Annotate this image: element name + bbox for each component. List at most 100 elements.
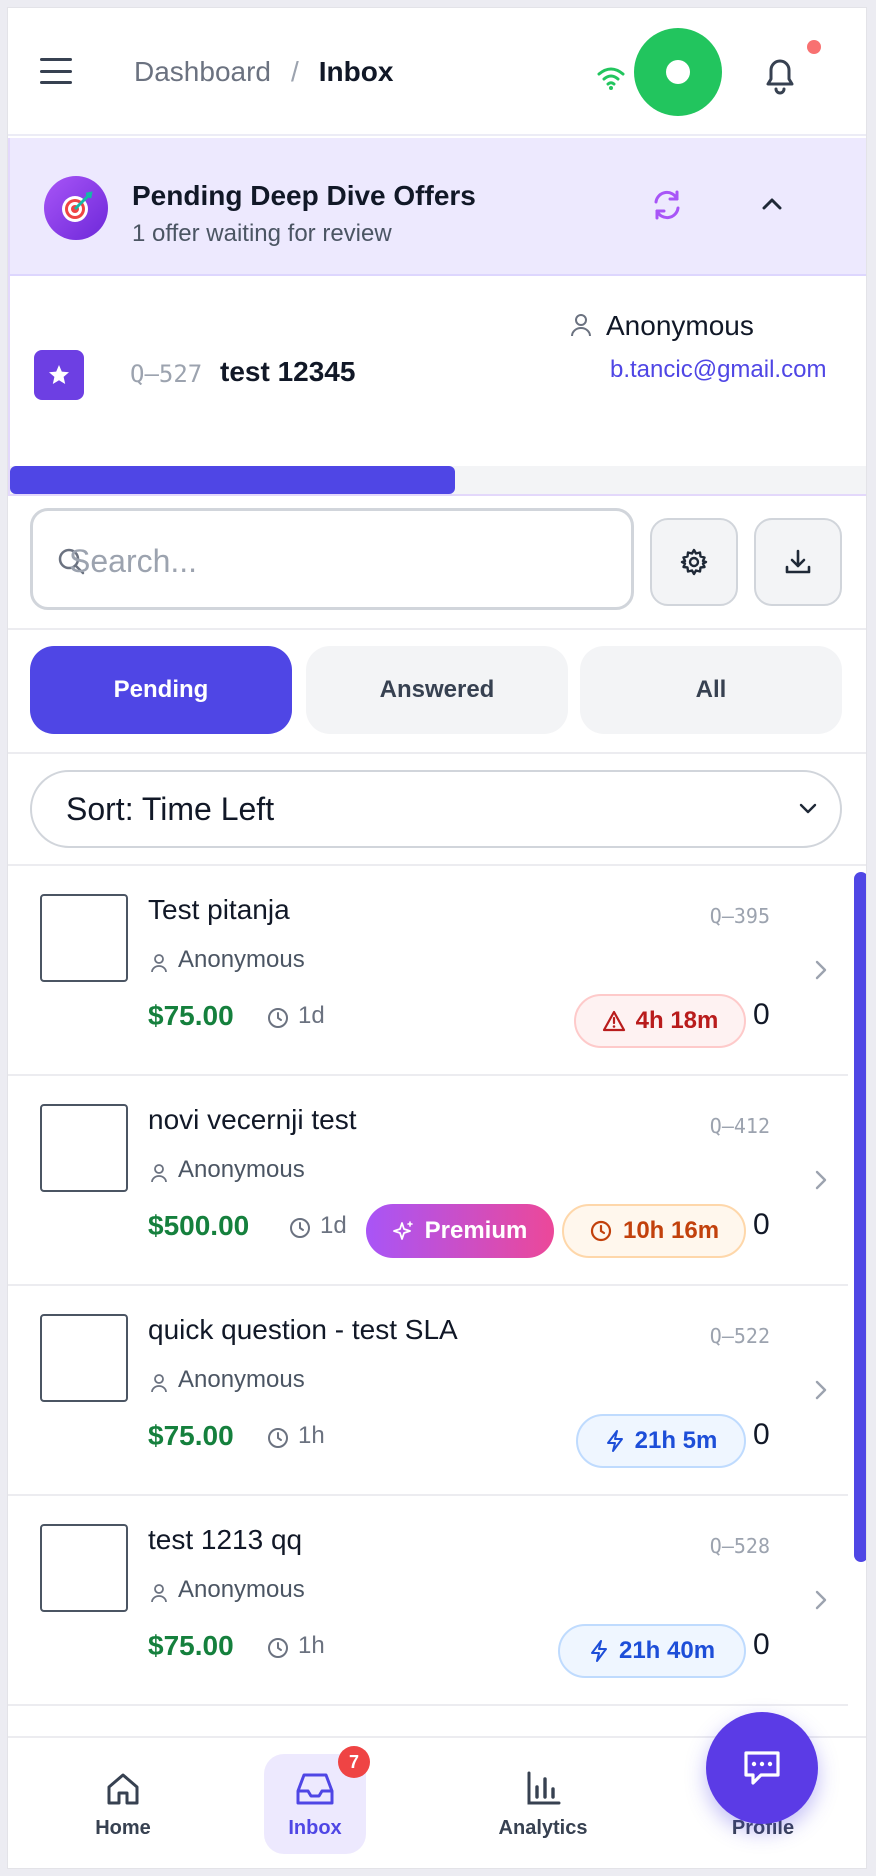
gear-icon [680,548,708,576]
recording-status-button[interactable] [634,28,722,116]
warning-icon [602,1010,625,1032]
user-icon [151,954,167,973]
inbox-count-badge: 7 [338,1746,370,1778]
question-title: Test pitanja [148,894,290,925]
user-icon [151,1164,167,1183]
select-checkbox[interactable] [40,1524,128,1612]
chevron-right-icon [815,960,827,980]
chevron-right-icon [815,1170,827,1190]
question-price: $75.00 [148,1420,234,1451]
question-age: 1d [320,1212,347,1239]
user-icon [151,1584,167,1603]
select-checkbox[interactable] [40,1104,128,1192]
wifi-icon [597,67,625,90]
question-list: Test pitanja Q–395 Anonymous $75.00 1d 4… [8,866,848,1734]
breadcrumb-separator: / [290,56,299,87]
tab-answered[interactable]: Answered [306,646,568,734]
hamburger-menu-icon[interactable] [40,58,72,84]
question-title: novi vecernji test [148,1104,357,1135]
search-input[interactable] [69,531,609,591]
clock-icon [268,1008,288,1028]
chevron-right-icon [815,1380,827,1400]
lightning-icon [606,1430,623,1452]
chevron-right-icon [815,1590,827,1610]
sla-time-left: 10h 16m [622,1217,720,1244]
inbox-icon [296,1773,334,1804]
offers-subtitle: 1 offer waiting for review [132,220,392,247]
offer-author: Anonymous [606,310,754,341]
question-id: Q–528 [709,1534,770,1558]
bell-icon[interactable] [760,54,800,98]
nav-analytics-label: Analytics [498,1816,588,1839]
question-price: $500.00 [148,1210,250,1241]
question-author: Anonymous [178,946,305,973]
home-icon [107,1773,139,1804]
sla-time-left: 21h 40m [618,1637,716,1664]
question-age: 1d [298,1002,325,1029]
chat-button[interactable] [706,1712,818,1824]
settings-button[interactable] [650,518,738,606]
nav-analytics[interactable]: Analytics [478,1754,608,1854]
question-row[interactable]: Test pitanja Q–395 Anonymous $75.00 1d 4… [8,866,848,1076]
breadcrumb: Dashboard / Inbox [134,52,393,92]
sla-timer-badge: 21h 40m [558,1624,746,1678]
breadcrumb-dashboard-link[interactable]: Dashboard [134,52,271,92]
question-id: Q–522 [709,1324,770,1348]
tab-all[interactable]: All [580,646,842,734]
download-button[interactable] [754,518,842,606]
sla-timer-badge: 10h 16m [562,1204,746,1258]
clock-icon [590,1220,612,1242]
select-checkbox[interactable] [40,894,128,982]
question-count: 0 [753,1208,770,1241]
select-checkbox[interactable] [40,1314,128,1402]
sla-timer-badge: 4h 18m [574,994,746,1048]
user-icon [151,1374,167,1393]
question-row[interactable]: test 1213 qq Q–528 Anonymous $75.00 1h 2… [8,1496,848,1706]
bar-chart-icon [527,1771,561,1804]
chevron-up-icon[interactable] [758,192,786,216]
nav-home[interactable]: Home [58,1754,188,1854]
nav-home-label: Home [95,1816,151,1839]
refresh-icon[interactable] [650,188,684,222]
breadcrumb-current-page: Inbox [318,56,394,87]
offer-question-id: Q–527 [130,360,203,388]
sla-timer-badge: 21h 5m [576,1414,746,1468]
tab-pending[interactable]: Pending [30,646,292,734]
question-author: Anonymous [178,1366,305,1393]
question-age: 1h [298,1422,325,1449]
question-row[interactable]: novi vecernji test Q–412 Anonymous $500.… [8,1076,848,1286]
clock-icon [290,1218,310,1238]
top-header: Dashboard / Inbox [8,8,866,136]
chevron-down-icon [799,803,817,814]
notification-dot [807,40,821,54]
record-dot-icon [666,60,690,84]
question-age: 1h [298,1632,325,1659]
question-count: 0 [753,1628,770,1661]
pending-offers-panel: Pending Deep Dive Offers 1 offer waiting… [8,138,866,496]
star-icon [34,350,84,400]
sort-select[interactable]: Sort: Time Left [30,770,842,848]
offer-progress-fill [10,466,456,494]
divider [8,752,866,754]
pending-offers-header[interactable]: Pending Deep Dive Offers 1 offer waiting… [10,138,866,276]
offer-progress-bar [10,466,866,494]
premium-label: Premium [424,1217,528,1244]
question-author: Anonymous [178,1576,305,1603]
search-box[interactable] [30,508,634,610]
question-title: quick question - test SLA [148,1314,458,1345]
question-count: 0 [753,1418,770,1451]
question-row[interactable]: quick question - test SLA Q–522 Anonymou… [8,1286,848,1496]
sla-time-left: 4h 18m [635,1007,719,1034]
lightning-icon [590,1640,607,1662]
download-icon [785,549,811,574]
sparkle-icon [392,1221,413,1240]
list-scrollbar[interactable] [854,872,866,1562]
divider [8,628,866,630]
offer-email-link[interactable]: b.tancic@gmail.com [610,356,826,384]
question-author: Anonymous [178,1156,305,1183]
sla-time-left: 21h 5m [634,1427,718,1454]
question-title: test 1213 qq [148,1524,303,1555]
chat-icon [744,1751,780,1785]
question-id: Q–395 [709,904,770,928]
target-icon [44,176,108,240]
